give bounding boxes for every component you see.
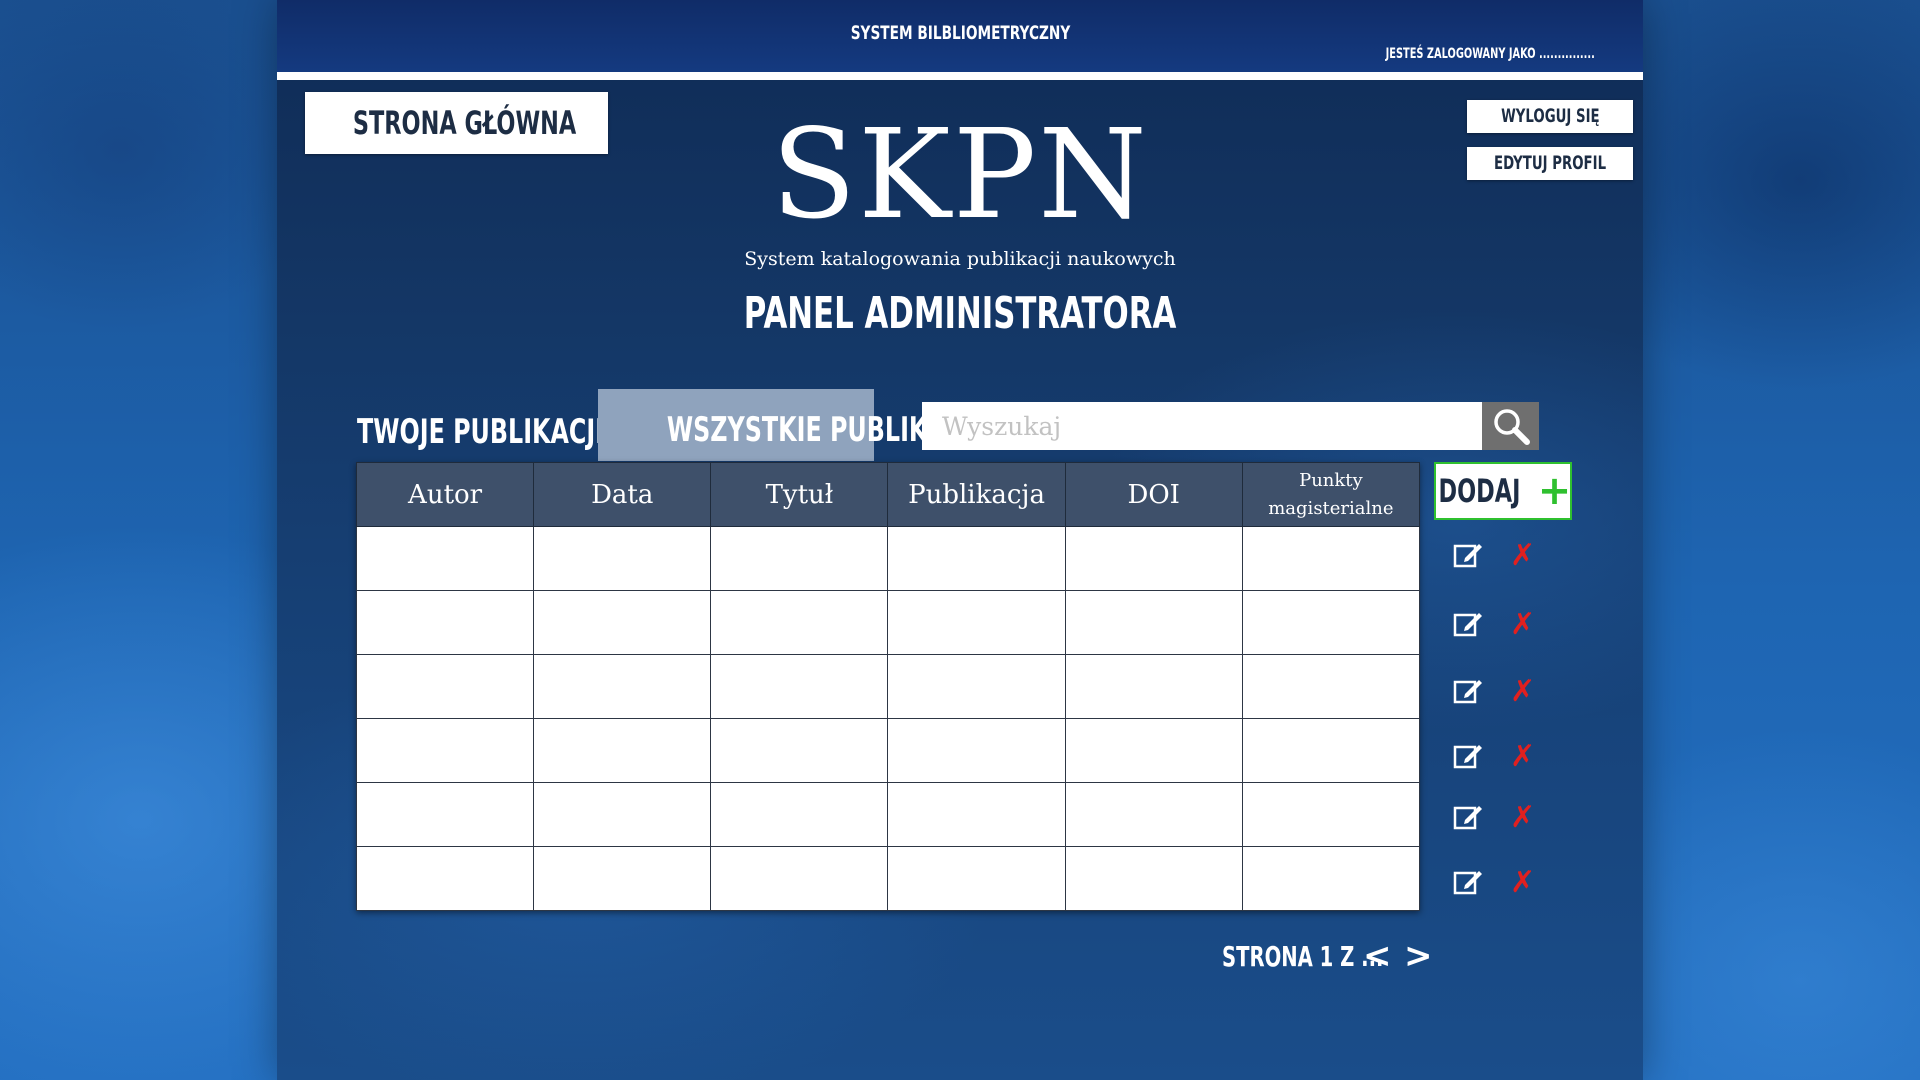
table-cell xyxy=(1064,846,1243,911)
table-cell xyxy=(1064,718,1243,783)
table-cell xyxy=(355,782,535,847)
edit-icon[interactable] xyxy=(1452,801,1484,833)
table-row[interactable] xyxy=(355,526,1421,591)
edit-icon[interactable] xyxy=(1452,740,1484,772)
table-cell xyxy=(1064,526,1243,591)
table-cell xyxy=(1241,782,1421,847)
table-cell xyxy=(355,590,535,655)
table-cell xyxy=(887,526,1066,591)
table-cell xyxy=(710,718,889,783)
row-actions: ✗ xyxy=(1452,608,1562,648)
table-cell xyxy=(1064,590,1243,655)
main-panel: SYSTEM BILBLIOMETRYCZNY JESTEŚ ZALOGOWAN… xyxy=(277,0,1643,1080)
top-bar: SYSTEM BILBLIOMETRYCZNY JESTEŚ ZALOGOWAN… xyxy=(277,0,1643,80)
table-cell xyxy=(533,846,712,911)
table-cell xyxy=(1241,654,1421,719)
search-button[interactable] xyxy=(1482,402,1539,450)
next-page-button[interactable]: > xyxy=(1404,936,1433,976)
table-cell xyxy=(1064,654,1243,719)
delete-icon[interactable]: ✗ xyxy=(1510,742,1535,772)
table-row[interactable] xyxy=(355,654,1421,719)
table-cell xyxy=(355,654,535,719)
column-header-punkty[interactable]: Punkty magisterialne xyxy=(1241,462,1421,527)
delete-icon[interactable]: ✗ xyxy=(1510,677,1535,707)
edit-icon[interactable] xyxy=(1452,675,1484,707)
edit-icon[interactable] xyxy=(1452,608,1484,640)
delete-icon[interactable]: ✗ xyxy=(1510,803,1535,833)
table-cell xyxy=(710,782,889,847)
table-cell xyxy=(710,654,889,719)
table-cell xyxy=(887,782,1066,847)
table-cell xyxy=(710,590,889,655)
table-cell xyxy=(1241,718,1421,783)
row-actions: ✗ xyxy=(1452,801,1562,841)
table-row[interactable] xyxy=(355,782,1421,847)
row-actions: ✗ xyxy=(1452,675,1562,715)
table-row[interactable] xyxy=(355,718,1421,783)
search-icon xyxy=(1493,409,1530,445)
table-row[interactable] xyxy=(355,590,1421,655)
table-cell xyxy=(1241,590,1421,655)
table-cell xyxy=(887,654,1066,719)
table-cell xyxy=(710,526,889,591)
logged-in-as-text: JESTEŚ ZALOGOWANY JAKO ............... xyxy=(1385,46,1595,62)
add-button[interactable]: DODAJ + xyxy=(1434,462,1572,520)
table-cell xyxy=(533,526,712,591)
table-cell xyxy=(533,654,712,719)
table-cell xyxy=(355,846,535,911)
row-actions: ✗ xyxy=(1452,539,1562,579)
column-header-autor[interactable]: Autor xyxy=(355,462,535,527)
table-cell xyxy=(887,846,1066,911)
table-cell xyxy=(887,718,1066,783)
search-input[interactable] xyxy=(922,402,1482,450)
table-cell xyxy=(710,846,889,911)
table-cell xyxy=(533,782,712,847)
edit-icon[interactable] xyxy=(1452,866,1484,898)
edit-icon[interactable] xyxy=(1452,539,1484,571)
publications-table: Autor Data Tytuł Publikacja DOI Punkty m… xyxy=(355,462,1421,911)
pagination-label: STRONA 1 Z ... xyxy=(1222,940,1384,973)
prev-page-button[interactable]: < xyxy=(1363,936,1392,976)
table-cell xyxy=(355,526,535,591)
table-header-row: Autor Data Tytuł Publikacja DOI Punkty m… xyxy=(355,462,1421,527)
app-logo: SKPN xyxy=(771,103,1149,247)
table-cell xyxy=(533,590,712,655)
column-header-doi[interactable]: DOI xyxy=(1064,462,1243,527)
tab-all-publications[interactable]: WSZYSTKIE PUBLIKACJE xyxy=(598,389,988,461)
page-title: PANEL ADMINISTRATORA xyxy=(743,288,1177,339)
column-header-publikacja[interactable]: Publikacja xyxy=(887,462,1066,527)
table-cell xyxy=(1064,782,1243,847)
table-cell xyxy=(1241,526,1421,591)
column-header-tytul[interactable]: Tytuł xyxy=(710,462,889,527)
delete-icon[interactable]: ✗ xyxy=(1510,868,1535,898)
app-subtitle: System katalogowania publikacji naukowyc… xyxy=(744,248,1176,270)
table-cell xyxy=(355,718,535,783)
table-cell xyxy=(533,718,712,783)
table-row[interactable] xyxy=(355,846,1421,911)
table-cell xyxy=(1241,846,1421,911)
system-title: SYSTEM BILBLIOMETRYCZNY xyxy=(850,22,1070,44)
row-actions: ✗ xyxy=(1452,866,1562,906)
delete-icon[interactable]: ✗ xyxy=(1510,541,1535,571)
plus-icon: + xyxy=(1537,468,1572,514)
table-cell xyxy=(887,590,1066,655)
delete-icon[interactable]: ✗ xyxy=(1510,610,1535,640)
row-actions: ✗ xyxy=(1452,740,1562,780)
column-header-data[interactable]: Data xyxy=(533,462,712,527)
